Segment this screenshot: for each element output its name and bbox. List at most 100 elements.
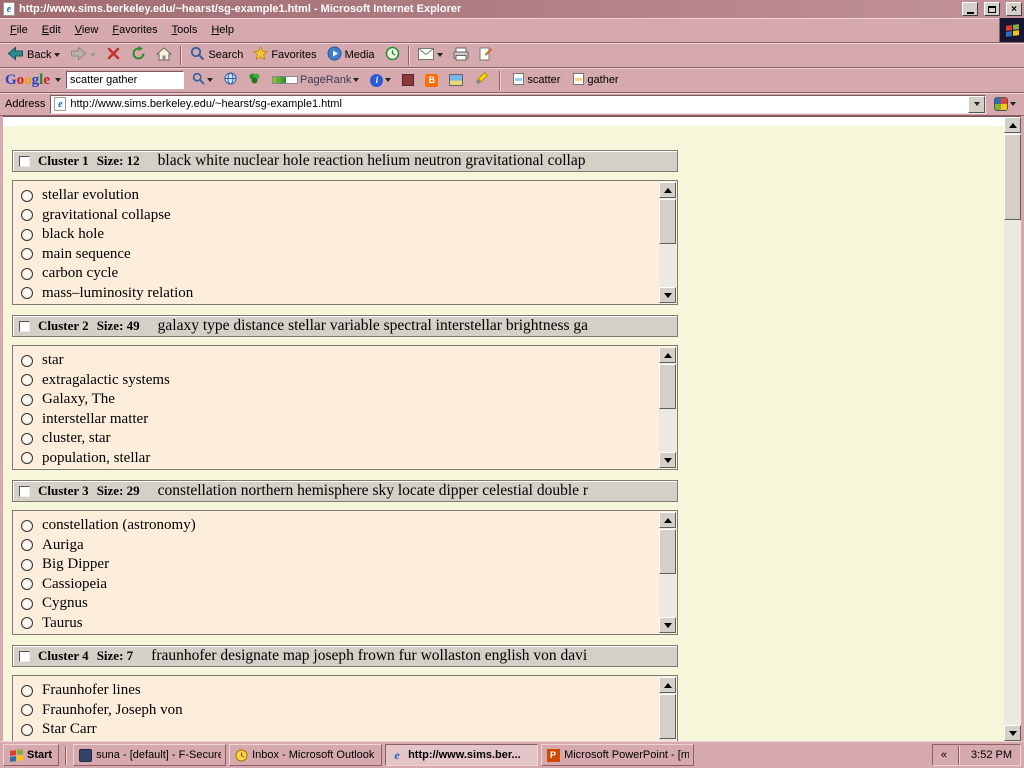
radio-button[interactable] [21,229,33,241]
radio-button[interactable] [21,248,33,260]
cluster-checkbox[interactable] [19,156,30,167]
address-dropdown-button[interactable] [968,96,985,113]
list-item: Fraunhofer, Joseph von [21,701,659,721]
clock[interactable]: 3:52 PM [971,749,1012,761]
favorites-button[interactable]: Favorites [248,44,321,67]
mail-dropdown-caret[interactable] [437,53,443,57]
scatter-word-button[interactable]: scatter [509,70,564,91]
back-dropdown-caret[interactable] [54,53,60,57]
scroll-up-button[interactable] [659,347,676,363]
scroll-thumb[interactable] [659,529,676,574]
vote-button[interactable] [399,70,417,91]
radio-button[interactable] [21,268,33,280]
address-input[interactable]: e http://www.sims.berkeley.edu/~hearst/s… [50,95,986,114]
menu-edit[interactable]: Edit [35,20,68,40]
cluster-checkbox[interactable] [19,321,30,332]
radio-button[interactable] [21,355,33,367]
highlight-button[interactable] [471,70,491,91]
scroll-up-button[interactable] [659,512,676,528]
media-button[interactable]: Media [322,44,380,67]
search-button[interactable]: Search [185,44,248,67]
cluster-checkbox[interactable] [19,651,30,662]
page-info-caret[interactable] [385,78,391,82]
forward-button[interactable] [65,44,101,67]
task-powerpoint[interactable]: P Microsoft PowerPoint - [m... [541,744,694,766]
print-icon [453,47,469,64]
radio-button[interactable] [21,374,33,386]
page-info-button[interactable]: i [367,70,394,91]
radio-button[interactable] [21,704,33,716]
google-logo[interactable]: Google [5,72,50,89]
radio-button[interactable] [21,520,33,532]
edit-button[interactable] [474,44,498,67]
start-button[interactable]: Start [3,744,59,766]
task-outlook[interactable]: Inbox - Microsoft Outlook [229,744,382,766]
radio-button[interactable] [21,413,33,425]
home-button[interactable] [151,44,177,67]
page-scrollbar[interactable] [1004,117,1021,741]
scroll-down-button[interactable] [659,617,676,633]
history-button[interactable] [380,44,405,67]
images-button[interactable] [446,70,466,91]
scroll-up-button[interactable] [659,677,676,693]
close-button[interactable]: × [1006,2,1022,16]
scroll-thumb[interactable] [659,364,676,409]
radio-button[interactable] [21,617,33,629]
menu-tools[interactable]: Tools [165,20,205,40]
scroll-down-button[interactable] [659,452,676,468]
menu-help[interactable]: Help [204,20,241,40]
radio-button[interactable] [21,598,33,610]
gather-word-button[interactable]: gather [569,70,622,91]
menu-favorites[interactable]: Favorites [105,20,164,40]
stop-button[interactable] [101,44,126,67]
history-icon [385,46,400,64]
list-scrollbar[interactable] [659,677,676,741]
scroll-thumb[interactable] [659,199,676,244]
toolbar-extension-button[interactable] [991,94,1019,115]
back-button[interactable]: Back [2,44,65,67]
print-button[interactable] [448,44,474,67]
task-fsecure[interactable]: suna - [default] - F-Secure... [73,744,226,766]
minimize-button[interactable] [962,2,978,16]
radio-button[interactable] [21,724,33,736]
radio-button[interactable] [21,433,33,445]
scroll-up-button[interactable] [659,182,676,198]
extension-caret[interactable] [1010,102,1016,106]
forward-dropdown-caret[interactable] [90,53,96,57]
radio-button[interactable] [21,578,33,590]
mail-button[interactable] [413,44,448,67]
google-logo-caret[interactable] [55,78,61,82]
radio-button[interactable] [21,452,33,464]
cluster-checkbox[interactable] [19,486,30,497]
pagerank-caret[interactable] [353,78,359,82]
list-scrollbar[interactable] [659,347,676,468]
blogger-button[interactable]: B [422,70,441,91]
pagerank-widget[interactable]: PageRank [269,70,362,91]
maximize-button[interactable] [984,2,1000,16]
scroll-up-button[interactable] [1004,117,1021,133]
search-site-button[interactable] [221,70,240,91]
tray-overflow-chevron[interactable]: « [941,749,947,761]
address-url[interactable]: http://www.sims.berkeley.edu/~hearst/sg-… [70,98,964,110]
scroll-thumb[interactable] [659,694,676,739]
scroll-down-button[interactable] [1004,725,1021,741]
radio-button[interactable] [21,209,33,221]
task-internet-explorer[interactable]: e http://www.sims.ber... [385,744,538,766]
refresh-button[interactable] [126,44,151,67]
radio-button[interactable] [21,394,33,406]
radio-button[interactable] [21,685,33,697]
radio-button[interactable] [21,287,33,299]
list-scrollbar[interactable] [659,512,676,633]
scroll-thumb[interactable] [1004,134,1021,220]
menu-view[interactable]: View [68,20,106,40]
clover-button[interactable] [245,70,264,91]
search-web-button[interactable] [189,70,216,91]
list-scrollbar[interactable] [659,182,676,303]
radio-button[interactable] [21,559,33,571]
menu-file[interactable]: File [3,20,35,40]
scroll-down-button[interactable] [659,287,676,303]
radio-button[interactable] [21,190,33,202]
radio-button[interactable] [21,539,33,551]
search-web-caret[interactable] [207,78,213,82]
google-search-input[interactable] [66,71,184,89]
